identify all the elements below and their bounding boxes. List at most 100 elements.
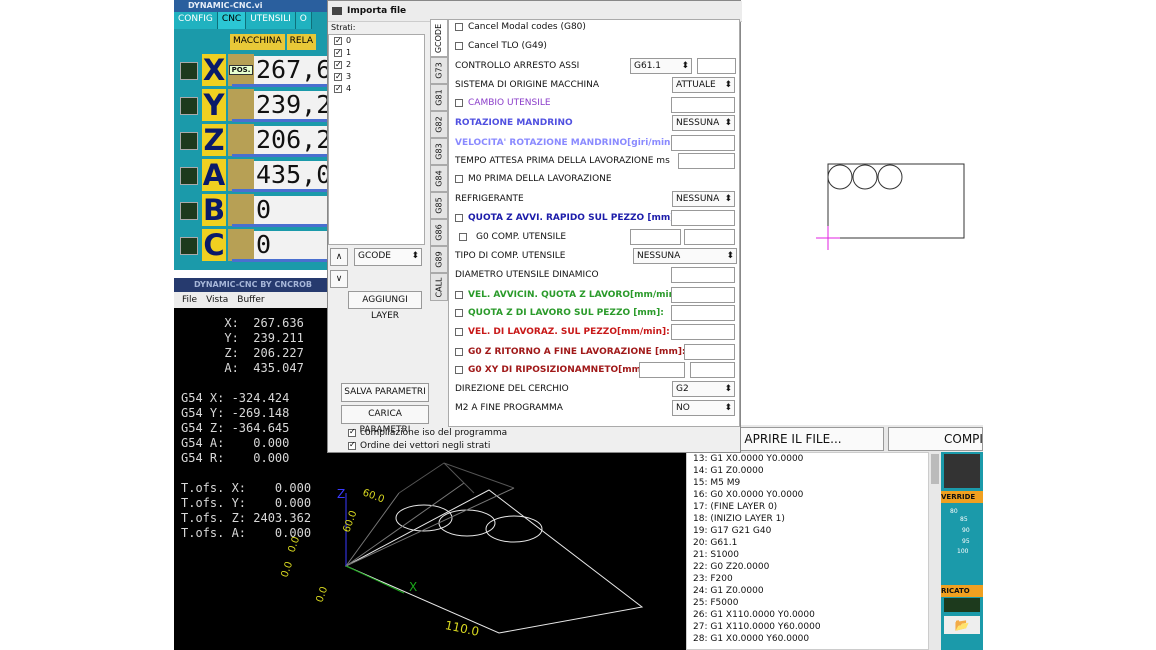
sistema-select[interactable]: ATTUALE [672, 77, 735, 93]
layer-checkbox[interactable] [334, 71, 342, 83]
list-item[interactable]: 25: F5000 [687, 597, 928, 609]
direzione-select[interactable]: G2 [672, 381, 735, 397]
g0-xy-input-2[interactable] [690, 362, 735, 378]
m2-select[interactable]: NO [672, 400, 735, 416]
list-item[interactable]: 26: G1 X110.0000 Y0.0000 [687, 609, 928, 621]
list-item[interactable]: 19: G17 G21 G40 [687, 525, 928, 537]
layer-type-select[interactable]: GCODE [354, 248, 422, 266]
tempo-input[interactable] [678, 153, 735, 169]
gcode-params-form: Cancel Modal codes (G80) Cancel TLO (G49… [448, 19, 740, 427]
layer-item[interactable]: 1 [329, 47, 424, 59]
tab-gcode[interactable]: GCODE [430, 19, 448, 57]
quota-lavoro-input[interactable] [671, 305, 735, 321]
dim-label: 0.0 [314, 585, 330, 604]
tab-g73[interactable]: G73 [430, 57, 448, 84]
tipo-comp-select[interactable]: NESSUNA [633, 248, 737, 264]
tab-g83[interactable]: G83 [430, 138, 448, 165]
g0-comp-input-1[interactable] [630, 229, 681, 245]
refrig-label: REFRIGERANTE [455, 194, 524, 204]
tab-cnc[interactable]: CNC [217, 12, 247, 29]
list-item[interactable]: 20: G61.1 [687, 537, 928, 549]
compile-iso-checkbox[interactable]: compilazione iso del programma [348, 427, 507, 438]
compile-button[interactable]: COMPI [888, 427, 983, 451]
vel-lav-checkbox[interactable] [455, 328, 463, 336]
open-folder-icon[interactable]: 📂 [944, 616, 980, 634]
tab-o[interactable]: O [295, 12, 312, 29]
tab-g82[interactable]: G82 [430, 111, 448, 138]
tab-config[interactable]: CONFIG [174, 12, 218, 29]
g0-xy-checkbox[interactable] [455, 366, 463, 374]
tab-g81[interactable]: G81 [430, 84, 448, 111]
vector-order-checkbox[interactable]: Ordine dei vettori negli strati [348, 440, 490, 451]
tab-macchina[interactable]: MACCHINA [230, 34, 285, 50]
g0-ritorno-input[interactable] [684, 344, 735, 360]
override-dial[interactable]: 80 85 90 95 100 [945, 506, 979, 560]
tab-g84[interactable]: G84 [430, 165, 448, 192]
list-item[interactable]: 17: (FINE LAYER 0) [687, 501, 928, 513]
velocita-rot-input[interactable] [671, 135, 735, 151]
list-item[interactable]: 28: G1 X0.0000 Y60.0000 [687, 633, 928, 645]
add-layer-button[interactable]: AGGIUNGI LAYER [348, 291, 422, 321]
checkbox-icon[interactable] [348, 427, 356, 437]
ctrl-arresto-input[interactable] [697, 58, 736, 74]
cancel-modal-checkbox[interactable] [455, 23, 463, 31]
layer-checkbox[interactable] [334, 59, 342, 71]
menu-vista[interactable]: Vista [206, 292, 228, 308]
cancel-tlo-checkbox[interactable] [455, 42, 463, 50]
window-menu-icon[interactable] [332, 7, 342, 15]
diametro-input[interactable] [671, 267, 735, 283]
list-item[interactable]: 13: G1 X0.0000 Y0.0000 [687, 453, 928, 465]
vel-avv-checkbox[interactable] [455, 291, 463, 299]
tab-utensili[interactable]: UTENSILI [246, 12, 296, 29]
list-item[interactable]: 23: F200 [687, 573, 928, 585]
list-item[interactable]: 15: M5 M9 [687, 477, 928, 489]
layer-up-button[interactable]: ∧ [330, 248, 348, 266]
load-params-button[interactable]: CARICA PARAMETRI [341, 405, 429, 435]
tab-g89[interactable]: G89 [430, 246, 448, 273]
g0-comp-input-2[interactable] [684, 229, 735, 245]
cambio-input[interactable] [671, 97, 735, 113]
gcode-scrollbar[interactable] [929, 452, 941, 650]
vel-lav-input[interactable] [671, 324, 735, 340]
list-item[interactable]: 22: G0 Z20.0000 [687, 561, 928, 573]
save-params-button[interactable]: SALVA PARAMETRI [341, 383, 429, 402]
vel-avv-input[interactable] [671, 287, 735, 303]
quota-lavoro-checkbox[interactable] [455, 309, 463, 317]
gcode-list[interactable]: 13: G1 X0.0000 Y0.0000 14: G1 Z0.0000 15: … [686, 452, 929, 650]
list-item[interactable]: 21: S1000 [687, 549, 928, 561]
m0-checkbox[interactable] [455, 175, 463, 183]
checkbox-icon[interactable] [348, 440, 356, 450]
g0-xy-input-1[interactable] [639, 362, 685, 378]
list-item[interactable]: 24: G1 Z0.0000 [687, 585, 928, 597]
dim-label: 60.0 [361, 487, 386, 505]
list-item[interactable]: 18: (INIZIO LAYER 1) [687, 513, 928, 525]
layer-down-button[interactable]: ∨ [330, 270, 348, 288]
g0-ritorno-checkbox[interactable] [455, 348, 463, 356]
caricato-led-icon [944, 598, 980, 612]
g0-comp-checkbox[interactable] [459, 233, 467, 241]
layer-checkbox[interactable] [334, 47, 342, 59]
list-item[interactable]: 14: G1 Z0.0000 [687, 465, 928, 477]
refrig-select[interactable]: NESSUNA [672, 191, 735, 207]
layer-item[interactable]: 4 [329, 83, 424, 95]
list-item[interactable]: 27: G1 X110.0000 Y60.0000 [687, 621, 928, 633]
tab-g85[interactable]: G85 [430, 192, 448, 219]
tab-rela[interactable]: RELA [286, 34, 316, 50]
menu-buffer[interactable]: Buffer [237, 292, 264, 308]
list-item[interactable]: 16: G0 X0.0000 Y0.0000 [687, 489, 928, 501]
length-label: 110.0 [444, 618, 481, 639]
layer-item[interactable]: 3 [329, 71, 424, 83]
ctrl-arresto-select[interactable]: G61.1 [630, 58, 692, 74]
quota-rapido-checkbox[interactable] [455, 214, 463, 222]
rotazione-select[interactable]: NESSUNA [672, 115, 735, 131]
tab-g86[interactable]: G86 [430, 219, 448, 246]
layer-checkbox[interactable] [334, 83, 342, 95]
layer-item[interactable]: 0 [329, 35, 424, 47]
layer-checkbox[interactable] [334, 35, 342, 47]
quota-rapido-input[interactable] [671, 210, 735, 226]
layer-item[interactable]: 2 [329, 59, 424, 71]
dial-tick: 90 [962, 527, 970, 534]
tab-call[interactable]: CALL [430, 273, 448, 301]
cambio-checkbox[interactable] [455, 99, 463, 107]
menu-file[interactable]: File [182, 292, 197, 308]
